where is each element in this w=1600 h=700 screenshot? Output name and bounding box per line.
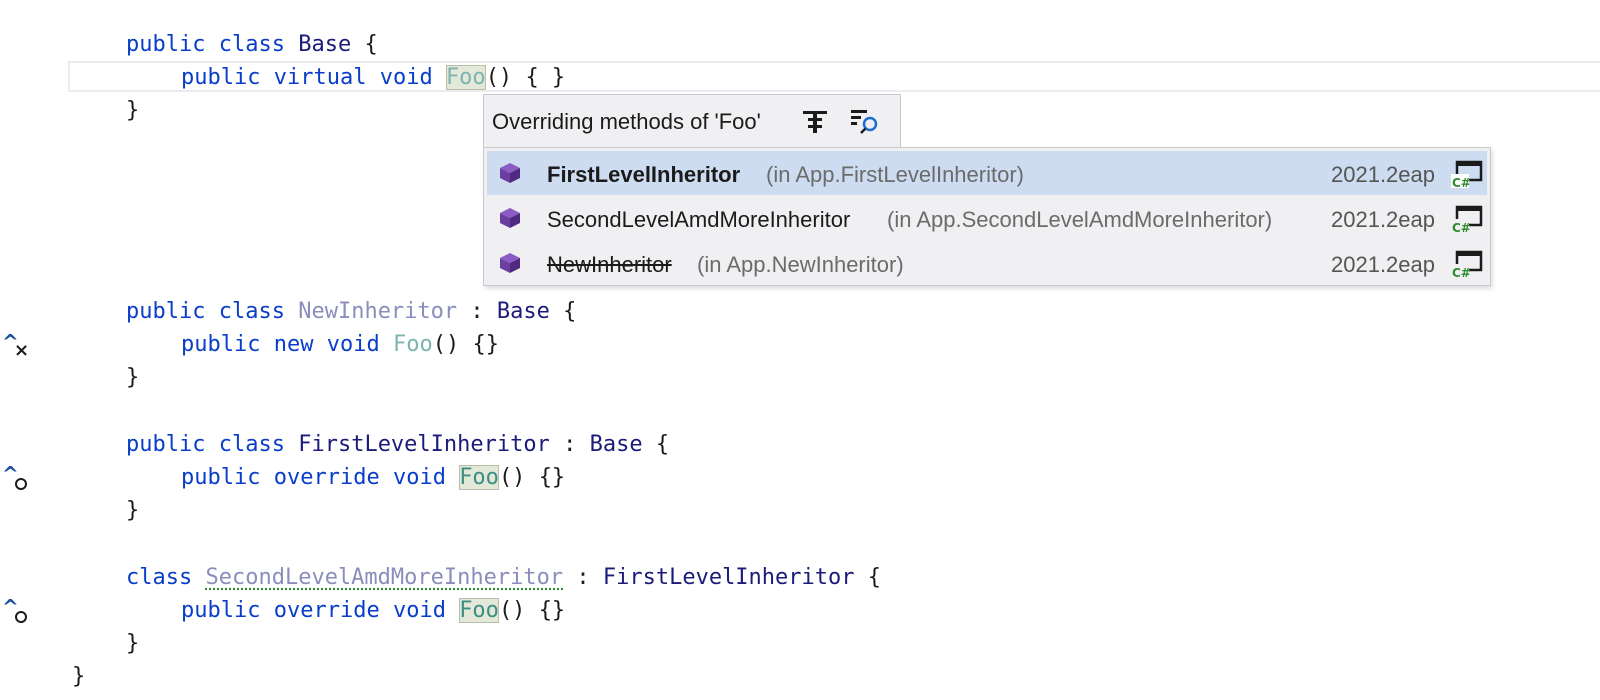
row-version: 2021.2eap bbox=[1331, 252, 1435, 277]
keyword: class bbox=[218, 432, 285, 457]
brace: } bbox=[126, 365, 140, 390]
keyword: virtual bbox=[273, 65, 367, 90]
brace: } bbox=[126, 98, 140, 123]
keyword: new bbox=[273, 332, 314, 357]
method-body: {} bbox=[538, 465, 566, 490]
keyword: public bbox=[126, 432, 206, 457]
row-namespace: (in App.NewInheritor) bbox=[697, 252, 904, 277]
keyword: public bbox=[181, 598, 261, 623]
find-results-icon[interactable] bbox=[848, 105, 882, 137]
keyword: public bbox=[181, 65, 261, 90]
keyword: override bbox=[273, 465, 380, 490]
circle-icon bbox=[15, 611, 27, 623]
row-name: SecondLevelAmdMoreInheritor bbox=[547, 207, 851, 232]
parens: () bbox=[485, 65, 513, 90]
x-icon: × bbox=[14, 340, 30, 361]
method-body: {} bbox=[538, 598, 566, 623]
brace: { bbox=[563, 299, 577, 324]
filter-hierarchy-icon[interactable] bbox=[798, 105, 832, 137]
overriding-methods-popup-header: Overriding methods of 'Foo' bbox=[483, 94, 901, 148]
code-line[interactable]: } bbox=[126, 494, 139, 527]
keyword: class bbox=[218, 32, 285, 57]
method-name-foo-second-level[interactable]: Foo bbox=[459, 598, 499, 623]
code-line[interactable]: public virtual void Foo() { } bbox=[181, 61, 565, 94]
row-namespace: (in App.SecondLevelAmdMoreInheritor) bbox=[887, 207, 1273, 232]
code-line[interactable]: public override void Foo() {} bbox=[181, 461, 565, 494]
keyword: override bbox=[273, 598, 380, 623]
class-name-first-level-inheritor[interactable]: FirstLevelInheritor bbox=[298, 432, 550, 457]
code-line[interactable]: class SecondLevelAmdMoreInheritor : Firs… bbox=[126, 561, 881, 594]
class-cube-icon bbox=[500, 208, 520, 228]
brace: } bbox=[126, 498, 140, 523]
brace: } bbox=[72, 664, 86, 689]
list-item-second-level-inheritor[interactable]: SecondLevelAmdMoreInheritor (in App.Seco… bbox=[487, 196, 1487, 240]
class-cube-icon bbox=[500, 163, 520, 183]
csharp-project-icon: C# bbox=[1451, 250, 1483, 278]
keyword: class bbox=[126, 565, 193, 590]
keyword: public bbox=[126, 32, 206, 57]
brace: { bbox=[655, 432, 670, 457]
svg-text:C#: C# bbox=[1452, 221, 1471, 233]
svg-text:C#: C# bbox=[1452, 176, 1471, 188]
parens: () bbox=[498, 598, 526, 623]
class-cube-icon bbox=[500, 253, 520, 273]
method-name-foo-new[interactable]: Foo bbox=[393, 332, 433, 357]
base-type-reference[interactable]: Base bbox=[590, 432, 643, 457]
csharp-project-icon: C# bbox=[1451, 205, 1483, 233]
brace: { bbox=[364, 32, 378, 57]
overrides-member-gutter-icon[interactable]: ^ bbox=[2, 464, 32, 494]
base-type-reference[interactable]: Base bbox=[497, 299, 550, 324]
circle-icon bbox=[15, 478, 27, 490]
keyword: class bbox=[218, 299, 285, 324]
row-name: FirstLevelInheritor bbox=[547, 162, 741, 187]
code-line[interactable]: public class Base { bbox=[126, 28, 378, 61]
keyword: void bbox=[326, 332, 380, 357]
colon: : bbox=[470, 299, 484, 324]
overriding-methods-list[interactable]: FirstLevelInheritor (in App.FirstLevelIn… bbox=[483, 147, 1491, 286]
code-line[interactable]: public new void Foo() {} bbox=[181, 328, 499, 361]
method-body: { } bbox=[525, 65, 566, 90]
colon: : bbox=[576, 565, 590, 590]
list-item-new-inheritor[interactable]: NewInheritor (in App.NewInheritor) 2021.… bbox=[487, 241, 1487, 285]
hides-member-gutter-icon[interactable]: ^ × bbox=[2, 332, 32, 362]
method-name-foo-first-level[interactable]: Foo bbox=[459, 465, 499, 490]
keyword: public bbox=[181, 332, 261, 357]
overrides-member-gutter-icon[interactable]: ^ bbox=[2, 597, 32, 627]
row-name: NewInheritor bbox=[547, 252, 672, 277]
code-line[interactable]: } bbox=[126, 361, 139, 394]
keyword: public bbox=[181, 465, 261, 490]
parens: () bbox=[498, 465, 526, 490]
keyword: public bbox=[126, 299, 206, 324]
code-line[interactable]: } bbox=[72, 660, 85, 693]
code-line[interactable]: public override void Foo() {} bbox=[181, 594, 565, 627]
base-type-reference[interactable]: FirstLevelInheritor bbox=[603, 565, 855, 590]
popup-title: Overriding methods of 'Foo' bbox=[492, 109, 761, 134]
list-item-first-level-inheritor[interactable]: FirstLevelInheritor (in App.FirstLevelIn… bbox=[487, 151, 1487, 195]
brace: { bbox=[867, 565, 882, 590]
code-line[interactable]: } bbox=[126, 94, 139, 127]
colon: : bbox=[563, 432, 577, 457]
keyword: void bbox=[392, 465, 446, 490]
keyword: void bbox=[379, 65, 433, 90]
brace: } bbox=[126, 631, 140, 656]
csharp-project-icon: C# bbox=[1451, 160, 1483, 188]
keyword: void bbox=[392, 598, 446, 623]
class-name-base[interactable]: Base bbox=[298, 32, 351, 57]
row-namespace: (in App.FirstLevelInheritor) bbox=[766, 162, 1024, 187]
code-line[interactable]: public class FirstLevelInheritor : Base … bbox=[126, 428, 669, 461]
code-line[interactable]: public class NewInheritor : Base { bbox=[126, 295, 576, 328]
method-name-foo-base[interactable]: Foo bbox=[445, 65, 486, 90]
class-name-second-level-inheritor[interactable]: SecondLevelAmdMoreInheritor bbox=[205, 565, 563, 590]
method-body: {} bbox=[472, 332, 499, 357]
row-version: 2021.2eap bbox=[1331, 207, 1435, 232]
code-line[interactable]: } bbox=[126, 627, 139, 660]
parens: () bbox=[432, 332, 460, 357]
svg-text:C#: C# bbox=[1452, 266, 1471, 278]
class-name-new-inheritor[interactable]: NewInheritor bbox=[298, 299, 457, 324]
row-version: 2021.2eap bbox=[1331, 162, 1435, 187]
